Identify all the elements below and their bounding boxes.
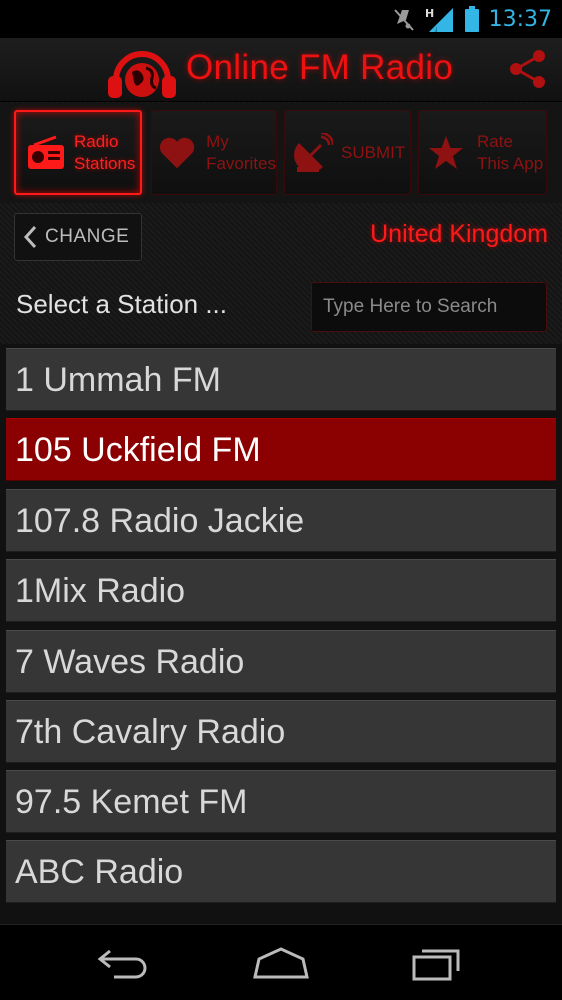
chevron-left-icon bbox=[23, 225, 37, 249]
tab-label: My Favorites bbox=[206, 131, 276, 173]
station-item[interactable]: ABC Radio bbox=[6, 840, 556, 903]
signal-h-icon: H bbox=[425, 7, 453, 32]
search-input[interactable] bbox=[311, 282, 547, 332]
mute-icon bbox=[393, 9, 414, 31]
change-button[interactable]: CHANGE bbox=[14, 213, 142, 261]
share-icon[interactable] bbox=[506, 48, 550, 90]
select-station-label: Select a Station ... bbox=[16, 289, 228, 319]
status-bar: H 13:37 bbox=[0, 0, 562, 38]
station-item[interactable]: 7 Waves Radio bbox=[6, 630, 556, 693]
tab-label: Rate This App bbox=[477, 131, 544, 173]
battery-icon bbox=[464, 6, 479, 32]
station-item[interactable]: 107.8 Radio Jackie bbox=[6, 489, 556, 552]
selected-country[interactable]: United Kingdom bbox=[370, 220, 548, 249]
heart-icon bbox=[159, 137, 195, 168]
tab-submit[interactable]: SUBMIT bbox=[284, 110, 411, 195]
navigation-bar bbox=[0, 924, 562, 1000]
tab-my-favorites[interactable]: My Favorites bbox=[151, 110, 277, 195]
satellite-dish-icon bbox=[294, 132, 333, 172]
tab-bar: Radio Stations My Favorites SUBMIT Rate … bbox=[0, 103, 562, 203]
recent-apps-icon[interactable] bbox=[410, 943, 466, 983]
station-item[interactable]: 1 Ummah FM bbox=[6, 348, 556, 411]
change-button-label: CHANGE bbox=[45, 226, 130, 247]
svg-text:H: H bbox=[425, 7, 434, 20]
app-header: Online FM Radio bbox=[0, 38, 562, 102]
tab-rate-app[interactable]: Rate This App bbox=[418, 110, 547, 195]
station-item[interactable]: 1Mix Radio bbox=[6, 559, 556, 622]
station-item[interactable]: 97.5 Kemet FM bbox=[6, 770, 556, 833]
tab-label: SUBMIT bbox=[341, 142, 406, 162]
star-icon bbox=[429, 135, 463, 169]
app-title: Online FM Radio bbox=[186, 48, 454, 87]
tab-radio-stations[interactable]: Radio Stations bbox=[14, 110, 142, 195]
clock: 13:37 bbox=[488, 6, 552, 32]
station-item[interactable]: 7th Cavalry Radio bbox=[6, 700, 556, 763]
radio-icon bbox=[28, 135, 64, 169]
tab-label: Radio Stations bbox=[74, 131, 136, 173]
home-icon[interactable] bbox=[251, 943, 311, 983]
app-screen: H 13:37 Online FM Radio Radio Stations M… bbox=[0, 0, 562, 1000]
station-item[interactable]: 105 Uckfield FM bbox=[6, 418, 556, 481]
headphone-globe-logo bbox=[108, 51, 176, 98]
station-list[interactable]: 1 Ummah FM 105 Uckfield FM 107.8 Radio J… bbox=[0, 344, 562, 924]
back-icon[interactable] bbox=[96, 943, 152, 983]
